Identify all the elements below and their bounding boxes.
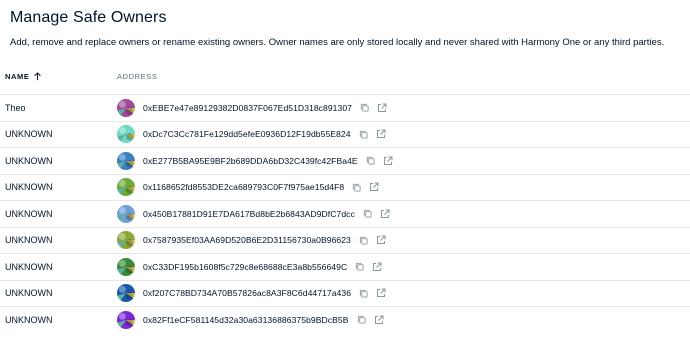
- owner-address-cell: 0x1168652fd8553DE2ca689793C0F7f975ae15d4…: [117, 175, 379, 201]
- owners-table: NAME ADDRESS Theo 0xEBE7e47e89129382D0837…: [0, 62, 690, 333]
- table-row: UNKNOWN 0x82Ff1eCF581145d32a30a6313688637…: [0, 307, 690, 333]
- owner-address-cell: 0xE277B5BA95E9BF2b689DDA6bD32C439fc42FBa…: [117, 148, 393, 174]
- address-column-header: ADDRESS: [117, 72, 158, 81]
- table-row: Theo 0xEBE7e47e89129382D0837F067Ed51D318c…: [0, 95, 690, 122]
- copy-icon[interactable]: [355, 262, 364, 271]
- owner-address: 0x7587935Ef03AA69D520B6E2D31156730a0B966…: [143, 235, 351, 246]
- owner-address-cell: 0xf207C78BD734A70B57826ac8A3F8C6d44717a4…: [117, 281, 386, 307]
- avatar: [117, 284, 135, 303]
- owner-address: 0xC33DF195b1608f5c729c8e68688cE3a8b55664…: [143, 261, 348, 272]
- table-row: UNKNOWN 0xDc7C3Cc781Fe129dd5efeE0936D12F1…: [0, 122, 690, 148]
- avatar: [117, 98, 135, 117]
- owners-list: Theo 0xEBE7e47e89129382D0837F067Ed51D318c…: [0, 95, 690, 333]
- name-column-header[interactable]: NAME: [5, 72, 42, 81]
- copy-icon[interactable]: [357, 315, 366, 324]
- owner-address: 0x450B17881D91E7DA617Bd8bE2b6843AD9DfC7d…: [143, 208, 355, 219]
- owner-name: UNKNOWN: [5, 288, 53, 299]
- page-description: Add, remove and replace owners or rename…: [10, 37, 665, 48]
- owner-address: 0xDc7C3Cc781Fe129dd5efeE0936D12F19db55E8…: [143, 129, 351, 140]
- external-link-icon[interactable]: [374, 315, 384, 325]
- copy-icon[interactable]: [359, 236, 368, 245]
- arrow-up-icon[interactable]: [33, 72, 42, 81]
- table-row: UNKNOWN 0x450B17881D91E7DA617Bd8bE2b6843A…: [0, 201, 690, 228]
- external-link-icon[interactable]: [369, 182, 379, 192]
- copy-icon[interactable]: [366, 156, 375, 165]
- copy-icon[interactable]: [352, 183, 361, 192]
- avatar: [117, 151, 135, 170]
- table-row: UNKNOWN 0xf207C78BD734A70B57826ac8A3F8C6d…: [0, 281, 690, 307]
- avatar: [117, 125, 135, 144]
- owner-address-cell: 0xC33DF195b1608f5c729c8e68688cE3a8b55664…: [117, 254, 382, 280]
- owner-name: UNKNOWN: [5, 235, 53, 246]
- page-title: Manage Safe Owners: [10, 9, 167, 26]
- external-link-icon[interactable]: [383, 156, 393, 166]
- owner-address-cell: 0xEBE7e47e89129382D0837F067Ed51D318c8913…: [117, 95, 387, 121]
- owner-name: UNKNOWN: [5, 208, 53, 219]
- owner-name: UNKNOWN: [5, 182, 53, 193]
- name-column-label: NAME: [5, 72, 30, 81]
- avatar: [117, 231, 135, 250]
- external-link-icon[interactable]: [376, 129, 386, 139]
- avatar: [117, 204, 135, 223]
- owner-name: UNKNOWN: [5, 314, 53, 325]
- external-link-icon[interactable]: [376, 288, 386, 298]
- copy-icon[interactable]: [363, 209, 372, 218]
- owner-name: UNKNOWN: [5, 261, 53, 272]
- external-link-icon[interactable]: [380, 209, 390, 219]
- copy-icon[interactable]: [359, 130, 368, 139]
- owner-address-cell: 0x450B17881D91E7DA617Bd8bE2b6843AD9DfC7d…: [117, 201, 390, 227]
- copy-icon[interactable]: [360, 103, 369, 112]
- table-row: UNKNOWN 0xC33DF195b1608f5c729c8e68688cE3a…: [0, 254, 690, 281]
- manage-owners-page: Manage Safe Owners Add, remove and repla…: [0, 0, 690, 343]
- owner-address-cell: 0x82Ff1eCF581145d32a30a63136886375b9BDcB…: [117, 307, 384, 333]
- owner-address: 0x82Ff1eCF581145d32a30a63136886375b9BDcB…: [143, 314, 349, 325]
- table-header: NAME ADDRESS: [0, 62, 690, 95]
- owner-address-cell: 0xDc7C3Cc781Fe129dd5efeE0936D12F19db55E8…: [117, 122, 386, 148]
- external-link-icon[interactable]: [376, 235, 386, 245]
- owner-name: UNKNOWN: [5, 155, 53, 166]
- table-row: UNKNOWN 0x1168652fd8553DE2ca689793C0F7f97…: [0, 175, 690, 201]
- avatar: [117, 310, 135, 329]
- table-row: UNKNOWN 0xE277B5BA95E9BF2b689DDA6bD32C439…: [0, 148, 690, 175]
- owner-address: 0xEBE7e47e89129382D0837F067Ed51D318c8913…: [143, 102, 353, 113]
- owner-name: UNKNOWN: [5, 129, 53, 140]
- owner-address: 0x1168652fd8553DE2ca689793C0F7f975ae15d4…: [143, 182, 345, 193]
- owner-address-cell: 0x7587935Ef03AA69D520B6E2D31156730a0B966…: [117, 228, 386, 254]
- external-link-icon[interactable]: [377, 103, 387, 113]
- copy-icon[interactable]: [359, 289, 368, 298]
- table-row: UNKNOWN 0x7587935Ef03AA69D520B6E2D3115673…: [0, 228, 690, 254]
- owner-address: 0xf207C78BD734A70B57826ac8A3F8C6d44717a4…: [143, 288, 352, 299]
- owner-address: 0xE277B5BA95E9BF2b689DDA6bD32C439fc42FBa…: [143, 155, 358, 166]
- avatar: [117, 178, 135, 197]
- owner-name: Theo: [5, 102, 26, 113]
- avatar: [117, 257, 135, 276]
- external-link-icon[interactable]: [372, 262, 382, 272]
